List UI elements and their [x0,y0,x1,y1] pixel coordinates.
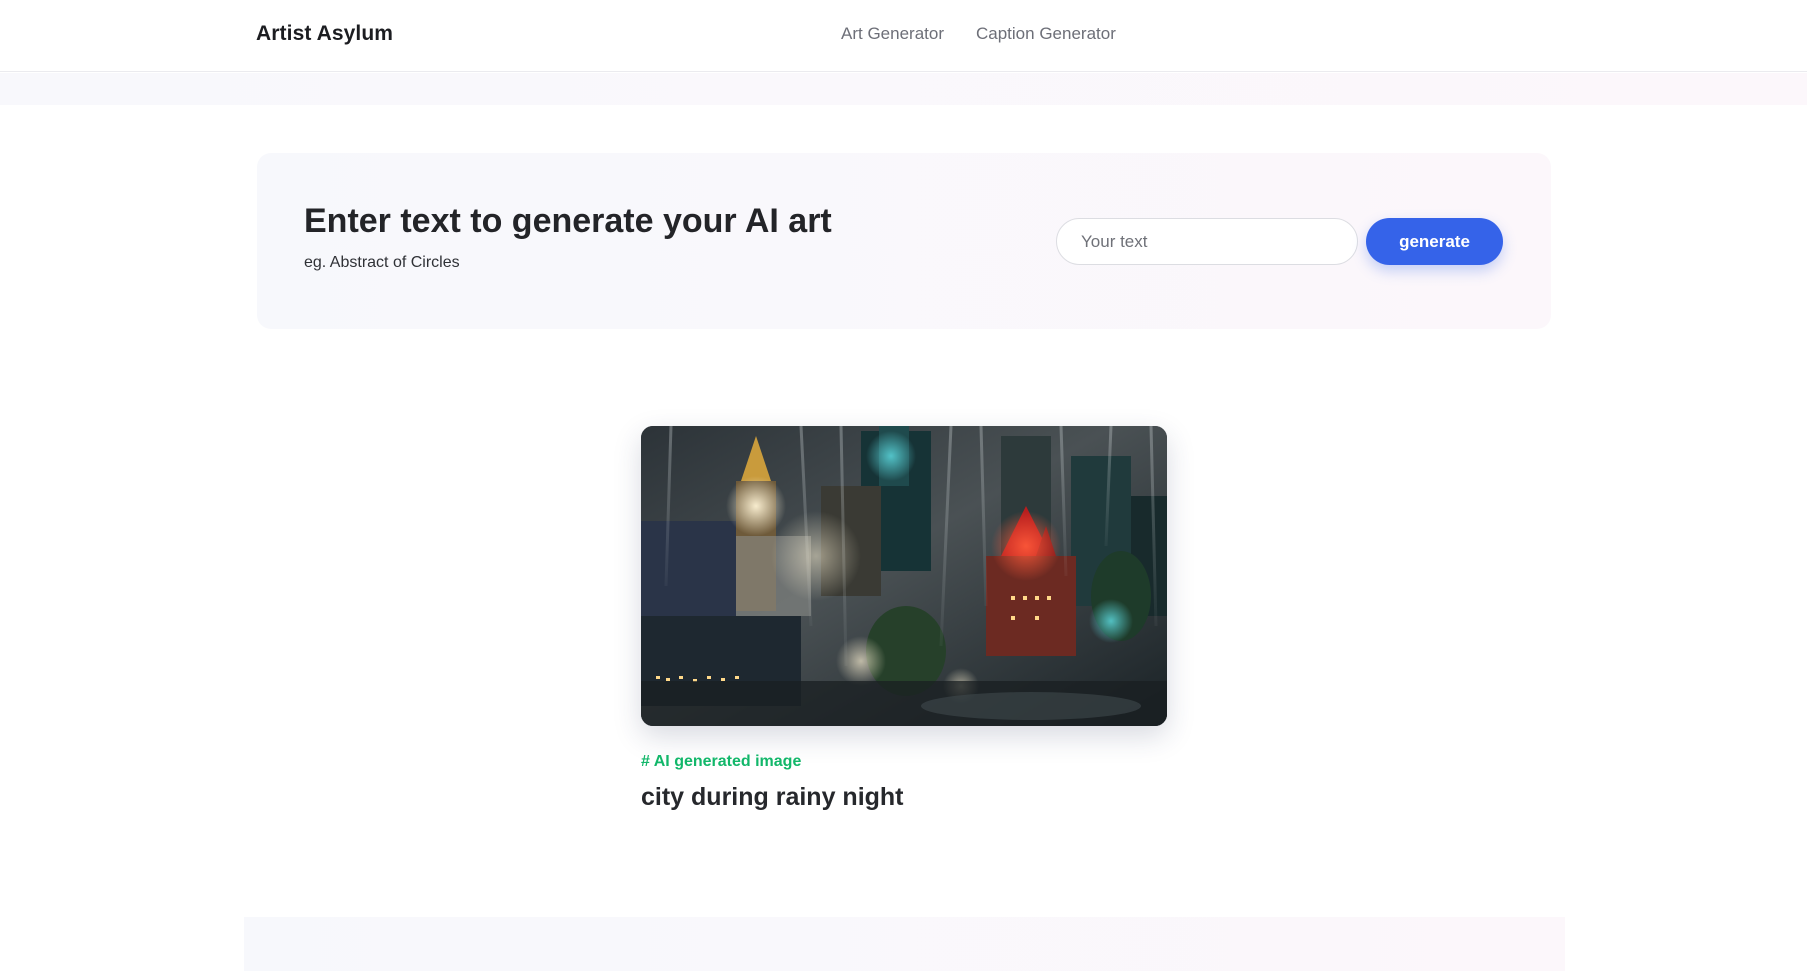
top-navbar: Artist Asylum Art Generator Caption Gene… [0,0,1807,72]
prompt-heading: Enter text to generate your AI art [304,202,832,240]
nav-caption-generator[interactable]: Caption Generator [976,24,1116,44]
footer-band [244,917,1565,971]
ai-generated-tag: # AI generated image [641,753,802,770]
prompt-card: Enter text to generate your AI art eg. A… [257,153,1551,329]
header-divider-strip [0,73,1807,105]
prompt-input[interactable] [1056,218,1358,265]
result-caption: city during rainy night [641,783,904,811]
result-card: # AI generated image city during rainy n… [641,426,1167,811]
brand-logo[interactable]: Artist Asylum [256,22,393,46]
prompt-example: eg. Abstract of Circles [304,254,460,271]
nav-art-generator[interactable]: Art Generator [841,24,944,44]
main-nav: Art Generator Caption Generator [841,24,1116,44]
generated-image [641,426,1167,726]
generate-button[interactable]: generate [1366,218,1503,265]
